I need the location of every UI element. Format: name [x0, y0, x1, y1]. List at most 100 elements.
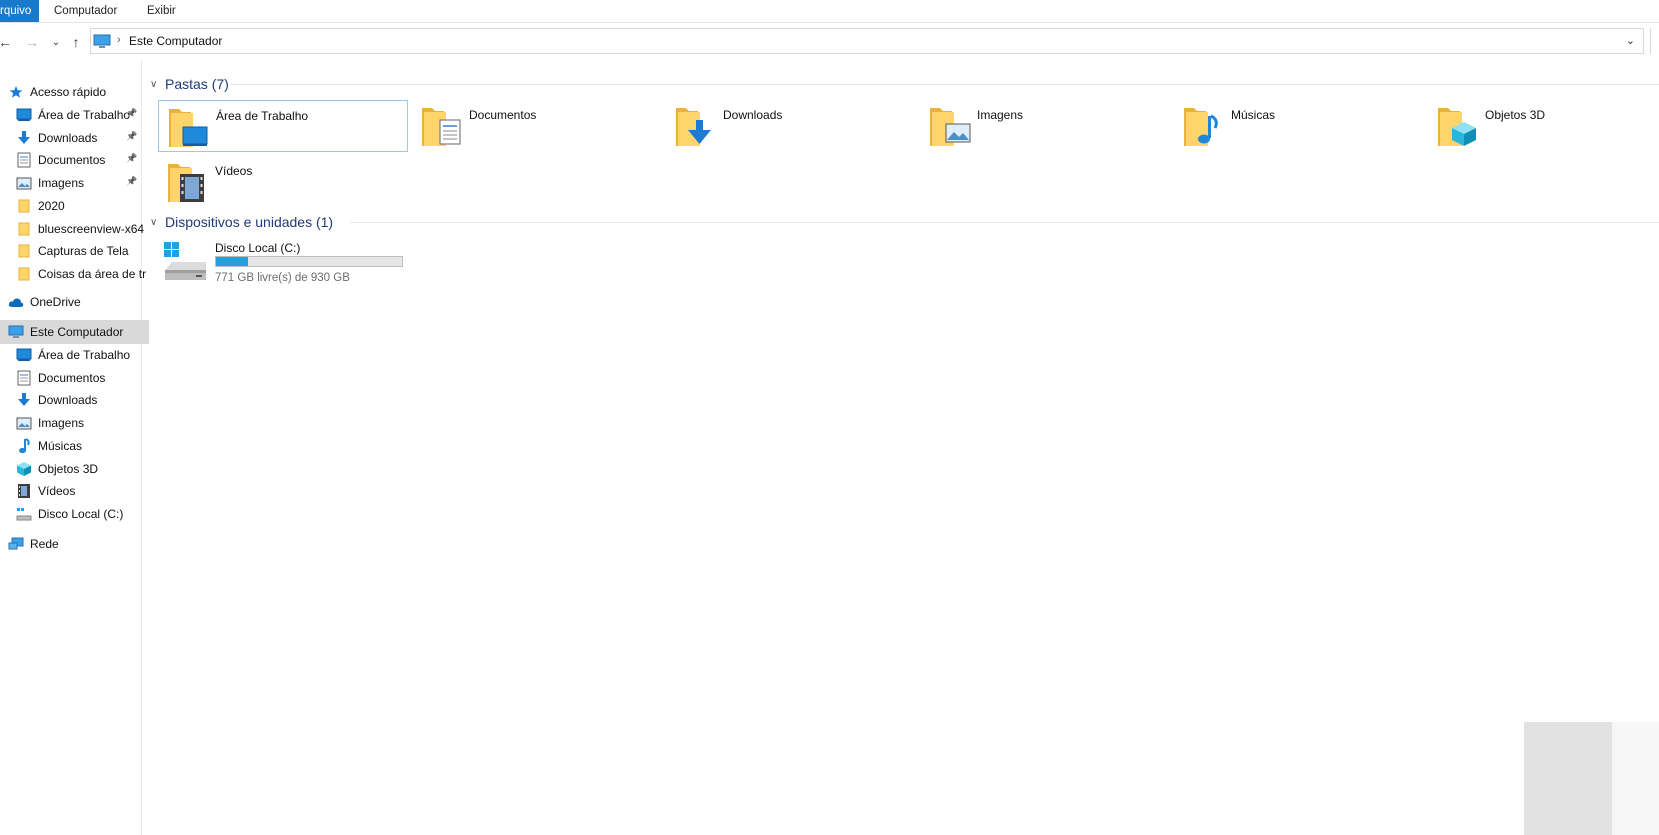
video-folder-icon: [166, 158, 210, 204]
document-folder-icon: [420, 102, 464, 148]
recent-locations-button[interactable]: ⌄: [45, 27, 67, 57]
desktop-icon: [16, 107, 32, 123]
address-bar[interactable]: › Este Computador ⌄: [90, 28, 1644, 54]
group-divider: [230, 84, 1659, 85]
sidebar-item-label: Rede: [30, 537, 59, 551]
tab-arquivo[interactable]: rquivo: [0, 0, 40, 22]
download-icon: [16, 130, 32, 146]
chevron-down-icon: ∨: [150, 216, 158, 228]
sidebar-item-label: 2020: [38, 198, 65, 213]
tab-exibir[interactable]: Exibir: [147, 0, 176, 22]
download-icon: [16, 392, 32, 408]
cube-folder-icon: [1436, 102, 1480, 148]
sidebar-item-label: Documentos: [38, 370, 106, 385]
sidebar-item-this-pc[interactable]: Este Computador: [0, 320, 149, 344]
drive-icon: [16, 506, 32, 522]
network-icon: [8, 536, 24, 552]
sidebar-item-downloads[interactable]: Downloads: [0, 388, 157, 412]
breadcrumb-este-computador[interactable]: Este Computador: [129, 34, 222, 48]
folder-label: Área de Trabalho: [216, 109, 309, 123]
arrow-right-icon: →: [25, 34, 39, 50]
folder-tile-videos[interactable]: Vídeos: [158, 156, 408, 208]
image-icon: [16, 175, 32, 191]
sidebar-item-2020[interactable]: 2020: [0, 194, 157, 218]
chevron-down-icon: ⌄: [51, 36, 61, 48]
sidebar-item-bluescreenview-x64[interactable]: bluescreenview-x64: [0, 217, 157, 241]
folder-tile-area-de-trabalho[interactable]: Área de Trabalho: [158, 100, 408, 152]
sidebar-item-imagens[interactable]: Imagens 📌: [0, 171, 157, 195]
sidebar-item-label: Este Computador: [30, 325, 124, 339]
navigation-bar: ← → ⌄ ↑ › Este Computador ⌄: [0, 27, 1659, 57]
drive-tile-c[interactable]: Disco Local (C:) 771 GB livre(s) de 930 …: [162, 238, 412, 288]
sidebar-item-area-de-trabalho[interactable]: Área de Trabalho 📌: [0, 103, 157, 127]
folder-label: Documentos: [469, 108, 537, 122]
download-folder-icon: [674, 102, 718, 148]
tab-computador[interactable]: Computador: [54, 0, 117, 22]
folder-tile-documentos[interactable]: Documentos: [412, 100, 662, 152]
folder-icon: [16, 266, 32, 282]
folder-label: Imagens: [977, 108, 1024, 122]
refresh-button[interactable]: [1650, 28, 1659, 54]
music-folder-icon: [1182, 102, 1226, 148]
music-icon: [16, 437, 32, 454]
drive-name: Disco Local (C:): [215, 241, 301, 255]
group-header-folders[interactable]: ∨ Pastas (7): [150, 74, 229, 94]
sidebar-item-label: Vídeos: [38, 484, 76, 499]
computer-icon: [93, 34, 111, 52]
folder-icon: [16, 198, 32, 214]
sidebar-item-label: Imagens: [38, 416, 85, 431]
sidebar-item-label: Área de Trabalho: [38, 108, 131, 122]
address-dropdown-icon[interactable]: ⌄: [1626, 34, 1635, 47]
sidebar-item-documentos[interactable]: Documentos 📌: [0, 148, 157, 172]
pin-icon: 📌: [126, 153, 138, 164]
sidebar-item-label: Coisas da área de tr: [38, 266, 147, 281]
preview-thumbnail: [1524, 722, 1659, 835]
folder-icon: [16, 221, 32, 237]
sidebar-item-quick-access[interactable]: Acesso rápido: [0, 80, 149, 104]
folder-tile-musicas[interactable]: Músicas: [1174, 100, 1424, 152]
sidebar-item-label: OneDrive: [30, 295, 81, 309]
sidebar-item-label: Documentos: [38, 153, 106, 168]
sidebar-item-label: Capturas de Tela: [38, 244, 129, 259]
arrow-left-icon: ←: [0, 34, 12, 50]
folder-tile-objetos-3d[interactable]: Objetos 3D: [1428, 100, 1659, 152]
cloud-icon: [8, 294, 24, 310]
sidebar-item-documentos[interactable]: Documentos: [0, 366, 157, 390]
sidebar-item-objetos-3d[interactable]: Objetos 3D: [0, 457, 157, 481]
group-title: Dispositivos e unidades (1): [165, 214, 334, 230]
folder-label: Downloads: [723, 108, 783, 122]
sidebar-item-videos[interactable]: Vídeos: [0, 479, 157, 503]
forward-button[interactable]: →: [21, 27, 43, 57]
sidebar-item-label: bluescreenview-x64: [38, 221, 145, 236]
sidebar-item-imagens[interactable]: Imagens: [0, 411, 157, 435]
cube-icon: [16, 461, 32, 477]
up-button[interactable]: ↑: [65, 27, 87, 57]
back-button[interactable]: ←: [0, 27, 16, 57]
chevron-down-icon: ∨: [150, 78, 158, 90]
sidebar-item-label: Downloads: [38, 393, 98, 408]
pin-icon: 📌: [126, 130, 138, 141]
folder-tile-imagens[interactable]: Imagens: [920, 100, 1170, 152]
sidebar-item-disco-local-c[interactable]: Disco Local (C:): [0, 502, 157, 526]
sidebar-item-capturas-de-tela[interactable]: Capturas de Tela: [0, 239, 157, 263]
sidebar-item-area-de-trabalho[interactable]: Área de Trabalho: [0, 343, 157, 367]
breadcrumb-separator-icon: ›: [117, 34, 121, 46]
navigation-pane: Acesso rápido Área de Trabalho 📌 Downloads…: [0, 76, 149, 835]
sidebar-item-onedrive[interactable]: OneDrive: [0, 290, 149, 314]
sidebar-item-coisas-da-area-de-tr[interactable]: Coisas da área de tr: [0, 262, 157, 286]
desktop-folder-icon: [167, 103, 211, 149]
video-icon: [16, 483, 32, 499]
star-icon: [8, 84, 24, 100]
sidebar-item-label: Músicas: [38, 438, 83, 453]
group-header-devices[interactable]: ∨ Dispositivos e unidades (1): [150, 212, 333, 232]
sidebar-item-label: Imagens: [38, 176, 85, 191]
sidebar-item-network[interactable]: Rede: [0, 532, 149, 556]
folder-tile-downloads[interactable]: Downloads: [666, 100, 916, 152]
desktop-icon: [16, 347, 32, 363]
sidebar-item-label: Objetos 3D: [38, 461, 99, 476]
group-title: Pastas (7): [165, 76, 229, 92]
sidebar-item-downloads[interactable]: Downloads 📌: [0, 126, 157, 150]
folder-label: Músicas: [1231, 108, 1276, 122]
sidebar-item-musicas[interactable]: Músicas: [0, 434, 157, 458]
pin-icon: 📌: [126, 108, 138, 118]
